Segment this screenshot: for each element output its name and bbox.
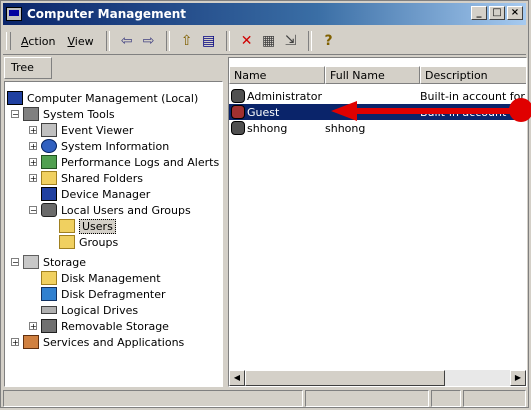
maximize-button[interactable]: □	[489, 6, 505, 20]
column-header-description[interactable]: Description	[420, 66, 526, 84]
storage-icon	[23, 255, 39, 269]
properties-icon[interactable]: ▦	[258, 31, 280, 51]
performance-icon	[41, 155, 57, 169]
close-button[interactable]: ×	[507, 6, 523, 20]
export-list-icon[interactable]: ⇲	[280, 31, 302, 51]
forward-icon[interactable]: ⇨	[138, 31, 160, 51]
list-row-administrator[interactable]: Administrator Built-in account for ad	[229, 88, 526, 104]
tree-node-performance-logs[interactable]: + Performance Logs and Alerts	[29, 154, 219, 170]
defrag-icon	[41, 287, 57, 301]
menu-action[interactable]: Action	[15, 35, 61, 48]
users-group-icon	[41, 203, 57, 217]
window-title: Computer Management	[27, 7, 186, 21]
menu-view[interactable]: View	[61, 35, 99, 48]
toolbar-grip[interactable]	[6, 32, 11, 50]
toolbar-separator	[165, 31, 170, 51]
computer-management-window: Computer Management _ □ × Action View ⇦ …	[0, 0, 529, 408]
user-icon	[231, 121, 245, 135]
tree-node-removable-storage[interactable]: + Removable Storage	[29, 318, 169, 334]
expand-icon[interactable]: +	[29, 174, 37, 183]
menu-toolbar: Action View ⇦ ⇨ ⇧ ▤ ✕ ▦ ⇲ ?	[3, 28, 526, 55]
disk-icon	[41, 271, 57, 285]
tree-node-shared-folders[interactable]: + Shared Folders	[29, 170, 143, 186]
tree-tab[interactable]: Tree	[4, 57, 52, 79]
tools-icon	[23, 107, 39, 121]
list-row-shhong[interactable]: shhong shhong	[229, 120, 526, 136]
title-bar[interactable]: Computer Management _ □ ×	[3, 3, 526, 25]
tree-view: Computer Management (Local) − System Too…	[4, 81, 223, 387]
tree-node-computer-management[interactable]: Computer Management (Local)	[7, 90, 198, 106]
minimize-button[interactable]: _	[471, 6, 487, 20]
user-icon	[231, 89, 245, 103]
tree-node-logical-drives[interactable]: Logical Drives	[41, 302, 138, 318]
toolbar-separator	[225, 31, 230, 51]
delete-icon[interactable]: ✕	[236, 31, 258, 51]
up-folder-icon[interactable]: ⇧	[176, 31, 198, 51]
help-icon[interactable]: ?	[318, 31, 340, 51]
tree-node-disk-management[interactable]: Disk Management	[41, 270, 161, 286]
expand-icon[interactable]: +	[29, 322, 37, 331]
status-bar	[3, 390, 526, 407]
tree-node-event-viewer[interactable]: + Event Viewer	[29, 122, 133, 138]
toolbar-separator	[307, 31, 312, 51]
tree-node-services-applications[interactable]: + Services and Applications	[11, 334, 184, 350]
scroll-right-icon[interactable]: ▶	[510, 370, 526, 386]
folder-icon	[59, 235, 75, 249]
collapse-icon[interactable]: −	[11, 110, 19, 119]
removable-icon	[41, 319, 57, 333]
collapse-icon[interactable]: −	[29, 206, 37, 215]
column-header-name[interactable]: Name	[229, 66, 325, 84]
status-pane-4	[463, 390, 526, 407]
info-icon	[41, 139, 57, 153]
computer-icon	[7, 91, 23, 105]
horizontal-scrollbar[interactable]: ◀ ▶	[229, 370, 526, 386]
tree-pane: Tree Computer Management (Local) − Syste…	[4, 57, 223, 387]
tree-node-system-tools[interactable]: − System Tools	[11, 106, 115, 122]
column-header-full-name[interactable]: Full Name	[325, 66, 420, 84]
expand-icon[interactable]: +	[29, 142, 37, 151]
annotation-arrow-shaft	[355, 108, 515, 114]
toolbar-separator	[105, 31, 110, 51]
tree-node-local-users-groups[interactable]: − Local Users and Groups	[29, 202, 191, 218]
status-pane-2	[305, 390, 429, 407]
tree-node-disk-defragmenter[interactable]: Disk Defragmenter	[41, 286, 166, 302]
tree-node-system-information[interactable]: + System Information	[29, 138, 169, 154]
show-hide-tree-icon[interactable]: ▤	[198, 31, 220, 51]
folder-icon	[41, 171, 57, 185]
expand-icon[interactable]: +	[11, 338, 19, 347]
tree-node-device-manager[interactable]: Device Manager	[41, 186, 150, 202]
pane-splitter[interactable]	[224, 57, 227, 387]
scroll-left-icon[interactable]: ◀	[229, 370, 245, 386]
event-viewer-icon	[41, 123, 57, 137]
services-icon	[23, 335, 39, 349]
annotation-arrow-head	[331, 101, 357, 121]
details-list: Name Full Name Description Administrator…	[228, 57, 527, 387]
computer-management-icon	[6, 7, 22, 21]
scroll-thumb[interactable]	[245, 370, 445, 386]
tree-node-users[interactable]: Users	[59, 218, 116, 234]
disabled-user-icon	[231, 105, 245, 119]
tree-node-storage[interactable]: − Storage	[11, 254, 86, 270]
expand-icon[interactable]: +	[29, 158, 37, 167]
expand-icon[interactable]: +	[29, 126, 37, 135]
folder-icon	[59, 219, 75, 233]
status-pane-3	[431, 390, 461, 407]
status-pane-main	[3, 390, 303, 407]
device-manager-icon	[41, 187, 57, 201]
annotation-arrow-dot	[509, 98, 531, 122]
back-icon[interactable]: ⇦	[116, 31, 138, 51]
drive-icon	[41, 306, 57, 314]
collapse-icon[interactable]: −	[11, 258, 19, 267]
tree-node-groups[interactable]: Groups	[59, 234, 118, 250]
